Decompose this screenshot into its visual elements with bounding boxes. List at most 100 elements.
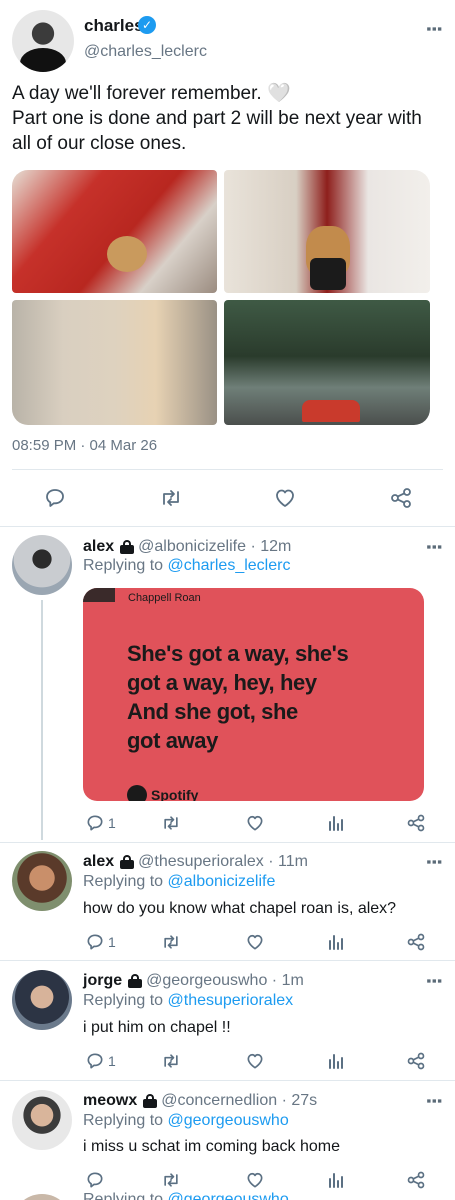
- author-name[interactable]: alex: [83, 538, 114, 555]
- replying-to: Replying to @georgeouswho: [83, 1191, 289, 1200]
- more-options-icon[interactable]: ⋮: [424, 972, 444, 988]
- spotify-brand: Spotify: [127, 785, 198, 801]
- avatar[interactable]: [12, 851, 72, 911]
- more-options-icon[interactable]: ⋮: [424, 538, 444, 554]
- like-button[interactable]: [244, 1047, 266, 1075]
- verified-icon: ✓: [138, 16, 156, 34]
- reply-actions: 1: [0, 928, 455, 956]
- share-button[interactable]: [405, 809, 427, 837]
- replying-label: Replying to: [83, 1191, 164, 1200]
- share-button[interactable]: [405, 928, 427, 956]
- reply-icon: [46, 489, 64, 507]
- more-options-icon[interactable]: ⋮: [424, 1092, 444, 1108]
- more-options-icon[interactable]: ⋮: [424, 853, 444, 869]
- tweet-photo-2[interactable]: [224, 170, 430, 293]
- replying-to: Replying to @georgeouswho: [83, 1112, 289, 1130]
- reply-header: alex @thesuperioralex · 11m: [83, 853, 308, 871]
- author-name[interactable]: alex: [83, 853, 114, 870]
- views-button[interactable]: [326, 809, 346, 837]
- retweet-icon: [164, 816, 178, 830]
- reply-time: · 27s: [281, 1092, 318, 1109]
- reply-icon: [87, 815, 103, 831]
- reply-button[interactable]: 1: [85, 928, 116, 956]
- like-button[interactable]: [244, 1166, 266, 1194]
- reply-count: 1: [108, 934, 116, 950]
- reply-button[interactable]: 1: [85, 1047, 116, 1075]
- like-button[interactable]: [272, 484, 298, 512]
- replying-label: Replying to: [83, 557, 164, 574]
- retweet-button[interactable]: [158, 484, 184, 512]
- replying-label: Replying to: [83, 1112, 164, 1129]
- replying-to-handle[interactable]: @charles_leclerc: [168, 557, 291, 574]
- tweet-photo-4[interactable]: [224, 300, 430, 425]
- divider: [0, 842, 455, 843]
- spotify-label: Spotify: [151, 787, 199, 801]
- views-icon: [329, 935, 343, 950]
- avatar[interactable]: [12, 535, 72, 595]
- share-icon: [407, 1171, 425, 1189]
- reply-button[interactable]: 1: [85, 809, 116, 837]
- lock-icon: [120, 540, 135, 554]
- author-handle[interactable]: @georgeouswho: [146, 972, 267, 989]
- views-icon: [329, 1054, 343, 1069]
- artist-name: Chappell Roan: [128, 592, 201, 604]
- tweet-timestamp: 08:59 PM · 04 Mar 26: [12, 437, 158, 454]
- more-options-icon[interactable]: ⋮: [424, 20, 444, 36]
- heart-icon: [247, 1172, 263, 1188]
- views-button[interactable]: [326, 1047, 346, 1075]
- retweet-button[interactable]: [160, 1047, 182, 1075]
- retweet-button[interactable]: [160, 928, 182, 956]
- spotify-icon: [127, 785, 147, 801]
- author-name[interactable]: charles: [84, 16, 144, 36]
- author-handle[interactable]: @concernedlion: [161, 1092, 277, 1109]
- spotify-lyrics-card[interactable]: Chappell Roan She's got a way, she's got…: [83, 588, 424, 801]
- reply-header: meowx @concernedlion · 27s: [83, 1092, 317, 1110]
- tweet-photo-1[interactable]: [12, 170, 217, 293]
- avatar[interactable]: [12, 1090, 72, 1150]
- author-handle[interactable]: @thesuperioralex: [138, 853, 264, 870]
- divider: [0, 1080, 455, 1081]
- replying-to-handle[interactable]: @georgeouswho: [168, 1112, 289, 1129]
- reply-count: 1: [108, 1053, 116, 1069]
- replying-to: Replying to @albonicizelife: [83, 873, 275, 891]
- reply-button[interactable]: [43, 484, 67, 512]
- share-button[interactable]: [405, 1047, 427, 1075]
- reply-header: jorge @georgeouswho · 1m: [83, 972, 304, 990]
- retweet-button[interactable]: [160, 1166, 182, 1194]
- heart-icon: [247, 815, 263, 831]
- reply-button[interactable]: [85, 1166, 108, 1194]
- avatar[interactable]: [12, 1194, 72, 1200]
- author-handle[interactable]: @albonicizelife: [138, 538, 246, 555]
- retweet-icon: [163, 490, 179, 506]
- views-button[interactable]: [326, 1166, 346, 1194]
- avatar[interactable]: [12, 10, 74, 72]
- avatar[interactable]: [12, 970, 72, 1030]
- tweet-photo-3[interactable]: [12, 300, 217, 425]
- share-icon: [407, 933, 425, 951]
- thread-line: [41, 600, 43, 840]
- author-name[interactable]: meowx: [83, 1092, 137, 1109]
- reply-text: i put him on chapel !!: [83, 1019, 231, 1036]
- share-button[interactable]: [405, 1166, 427, 1194]
- like-button[interactable]: [244, 809, 266, 837]
- main-tweet-actions: [0, 484, 455, 512]
- album-thumbnail: [83, 588, 115, 602]
- retweet-icon: [164, 1054, 178, 1068]
- heart-icon: [276, 489, 294, 507]
- lyrics-text: She's got a way, she's got a way, hey, h…: [127, 641, 349, 753]
- author-handle[interactable]: @charles_leclerc: [84, 43, 207, 61]
- replying-to-handle[interactable]: @georgeouswho: [168, 1191, 289, 1200]
- replying-to-handle[interactable]: @albonicizelife: [168, 873, 276, 890]
- reply-time: · 1m: [271, 972, 304, 989]
- lock-icon: [128, 974, 143, 988]
- reply-icon: [87, 1053, 103, 1069]
- divider: [0, 960, 455, 961]
- divider: [0, 526, 455, 527]
- views-button[interactable]: [326, 928, 346, 956]
- share-button[interactable]: [388, 484, 414, 512]
- like-button[interactable]: [244, 928, 266, 956]
- replying-to-handle[interactable]: @thesuperioralex: [168, 992, 294, 1009]
- author-name[interactable]: jorge: [83, 972, 122, 989]
- retweet-icon: [164, 1173, 178, 1187]
- retweet-button[interactable]: [160, 809, 182, 837]
